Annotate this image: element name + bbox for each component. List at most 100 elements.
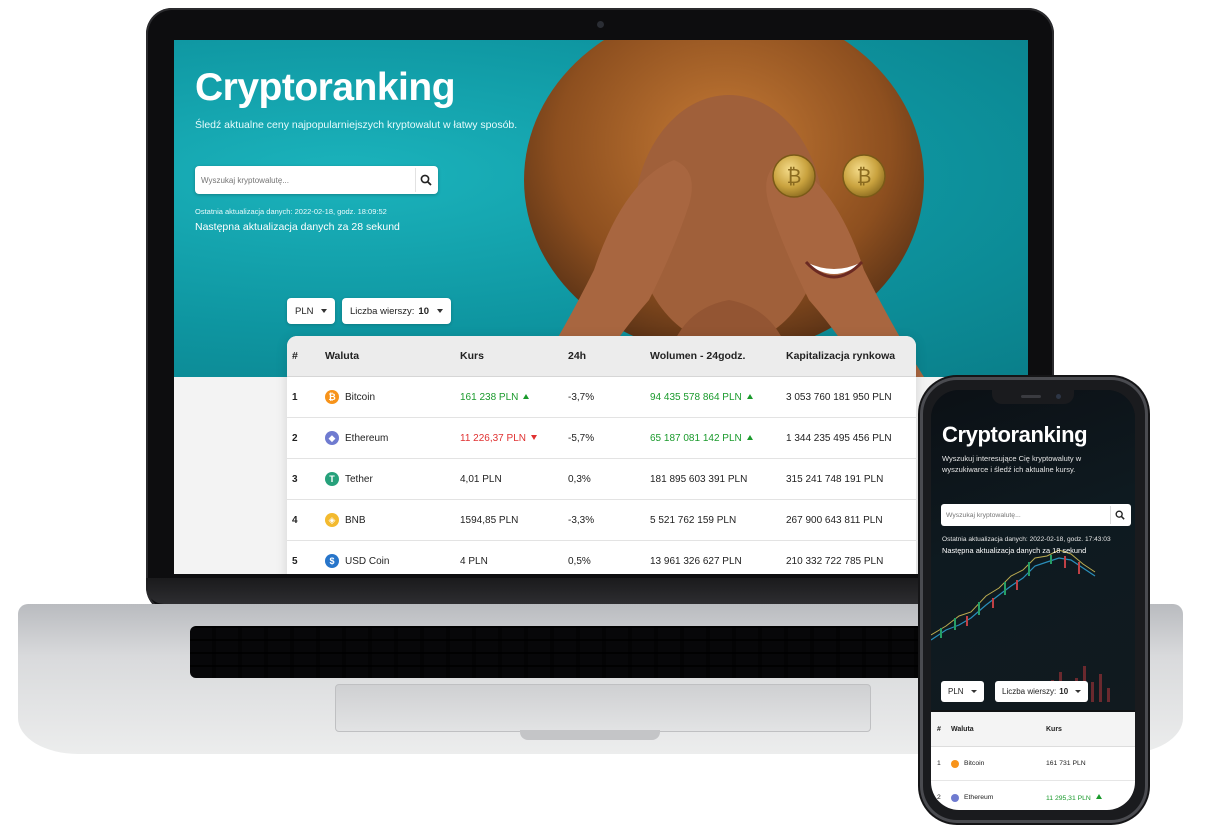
coin-cell[interactable]: ₿ Bitcoin	[325, 390, 460, 404]
volume-value: 5 521 762 159 PLN	[650, 514, 737, 526]
phone-table-header: # Waluta Kurs	[931, 712, 1135, 747]
header-24h[interactable]: 24h	[568, 350, 650, 362]
coin-name: Ethereum	[345, 432, 389, 444]
search-bar	[195, 166, 438, 194]
phone-next-update-text: Następna aktualizacja danych za 18 sekun…	[942, 546, 1087, 555]
phone-search-button[interactable]	[1110, 506, 1129, 524]
volume-cell: 94 435 578 864 PLN	[650, 392, 786, 403]
row-number: 1	[937, 760, 941, 767]
currency-value: PLN	[295, 305, 314, 317]
phone-table-row[interactable]: 2 Ethereum 11 295,31 PLN	[931, 781, 1135, 810]
rate-value: 161 238 PLN	[460, 391, 519, 403]
header-number[interactable]: #	[287, 350, 325, 362]
volume-value: 65 187 081 142 PLN	[650, 432, 742, 444]
arrow-up-icon	[1095, 793, 1102, 799]
market-cap-cell: 267 900 643 811 PLN	[786, 514, 883, 526]
rate-value: 11 226,37 PLN	[460, 432, 526, 444]
search-input[interactable]	[195, 167, 415, 193]
rows-dropdown[interactable]: Liczba wierszy: 10	[342, 298, 451, 324]
phone-rows-dropdown[interactable]: Liczba wierszy: 10	[995, 681, 1089, 702]
header-rate[interactable]: Kurs	[460, 350, 568, 362]
header-market-cap[interactable]: Kapitalizacja rynkowa	[786, 350, 916, 362]
table-row[interactable]: 4 ◈ BNB 1594,85 PLN -3,3% 5 521 762 159 PLN 26…	[287, 500, 916, 541]
rows-label: Liczba wierszy:	[350, 305, 415, 317]
change-cell: -3,3%	[568, 514, 595, 526]
rate-cell: 11 226,37 PLN	[460, 433, 568, 444]
laptop-screen: ₿ ₿ Cryptoranking Śledź aktualne ceny na…	[174, 40, 1028, 574]
speaker-icon	[1021, 395, 1041, 398]
phone-header-rate[interactable]: Kurs	[1046, 726, 1126, 733]
coin-name: Ethereum	[964, 794, 994, 801]
last-update-text: Ostatnia aktualizacja danych: 2022-02-18…	[195, 207, 387, 216]
tether-icon: T	[325, 472, 339, 486]
table-row[interactable]: 5 $ USD Coin 4 PLN 0,5% 13 961 326 627 PLN 210…	[287, 541, 916, 574]
coin-cell[interactable]: ◈ BNB	[325, 513, 460, 527]
page-title: Cryptoranking	[195, 66, 456, 109]
caret-down-icon	[321, 309, 328, 313]
volume-cell: 5 521 762 159 PLN	[650, 515, 786, 526]
table-row[interactable]: 2 ◆ Ethereum 11 226,37 PLN -5,7% 65 187 081 1…	[287, 418, 916, 459]
arrow-up-icon	[523, 393, 530, 399]
search-icon	[1115, 510, 1125, 520]
phone-crypto-table: # Waluta Kurs 1 Bitcoin 161 731 PLN 2 Ethere…	[931, 712, 1135, 810]
bnb-icon: ◈	[325, 513, 339, 527]
coin-cell[interactable]: Bitcoin	[951, 759, 1046, 768]
rate-cell: 161 238 PLN	[460, 392, 568, 403]
market-cap-cell: 315 241 748 191 PLN	[786, 473, 884, 485]
phone-rows-label: Liczba wierszy:	[1002, 687, 1057, 696]
rate-value: 4,01 PLN	[460, 473, 502, 485]
table-row[interactable]: 1 ₿ Bitcoin 161 238 PLN -3,7% 94 435 578 864 …	[287, 377, 916, 418]
usd-coin-icon: $	[325, 554, 339, 568]
table-row[interactable]: 3 T Tether 4,01 PLN 0,3% 181 895 603 391 PLN 3…	[287, 459, 916, 500]
coin-icon	[951, 759, 959, 768]
market-cap-cell: 210 332 722 785 PLN	[786, 555, 884, 567]
phone-table-row[interactable]: 1 Bitcoin 161 731 PLN	[931, 747, 1135, 781]
change-cell: 0,5%	[568, 555, 591, 567]
currency-dropdown[interactable]: PLN	[287, 298, 336, 324]
coin-name: Bitcoin	[964, 760, 985, 767]
ethereum-icon: ◆	[325, 431, 339, 445]
rate-value: 11 295,31 PLN	[1046, 794, 1091, 802]
coin-cell[interactable]: T Tether	[325, 472, 460, 486]
caret-down-icon	[437, 309, 443, 313]
crypto-table: # Waluta Kurs 24h Wolumen - 24godz. Kapi…	[287, 336, 916, 574]
search-icon	[420, 174, 432, 186]
svg-text:₿: ₿	[857, 164, 872, 188]
keyboard	[190, 626, 980, 678]
arrow-down-icon	[530, 434, 537, 440]
volume-cell: 181 895 603 391 PLN	[650, 474, 786, 485]
header-currency[interactable]: Waluta	[325, 350, 460, 362]
change-cell: -3,7%	[568, 391, 595, 403]
row-number: 1	[292, 391, 298, 403]
volume-value: 13 961 326 627 PLN	[650, 555, 742, 567]
coin-name: Bitcoin	[345, 391, 376, 403]
rate-cell: 4,01 PLN	[460, 474, 568, 485]
coin-cell[interactable]: $ USD Coin	[325, 554, 460, 568]
caret-down-icon	[970, 690, 977, 693]
volume-value: 94 435 578 864 PLN	[650, 391, 742, 403]
change-cell: -5,7%	[568, 432, 595, 444]
row-number: 3	[292, 473, 298, 485]
coin-name: Tether	[345, 473, 373, 485]
row-number: 2	[937, 794, 941, 801]
row-number: 2	[292, 432, 298, 444]
hero-photo: ₿ ₿	[524, 40, 924, 377]
volume-value: 181 895 603 391 PLN	[650, 473, 748, 485]
rate-cell: 4 PLN	[460, 556, 568, 567]
phone-header-number[interactable]: #	[931, 726, 951, 733]
header-volume[interactable]: Wolumen - 24godz.	[650, 350, 786, 362]
table-header: # Waluta Kurs 24h Wolumen - 24godz. Kapi…	[287, 336, 916, 377]
next-update-text: Następna aktualizacja danych za 28 sekun…	[195, 221, 400, 233]
phone-hero: Cryptoranking Wyszukuj interesujące Cię …	[931, 390, 1135, 710]
phone-currency-dropdown[interactable]: PLN	[941, 681, 984, 702]
coin-cell[interactable]: ◆ Ethereum	[325, 431, 460, 445]
hero-banner: ₿ ₿ Cryptoranking Śledź aktualne ceny na…	[174, 40, 1028, 377]
phone-header-currency[interactable]: Waluta	[951, 726, 1046, 733]
market-cap-cell: 1 344 235 495 456 PLN	[786, 432, 892, 444]
market-cap-cell: 3 053 760 181 950 PLN	[786, 391, 892, 403]
phone-page-title: Cryptoranking	[942, 422, 1088, 447]
phone-search-input[interactable]	[941, 510, 1110, 520]
coin-cell[interactable]: Ethereum	[951, 793, 1046, 802]
volume-cell: 65 187 081 142 PLN	[650, 433, 786, 444]
search-button[interactable]	[415, 168, 436, 192]
